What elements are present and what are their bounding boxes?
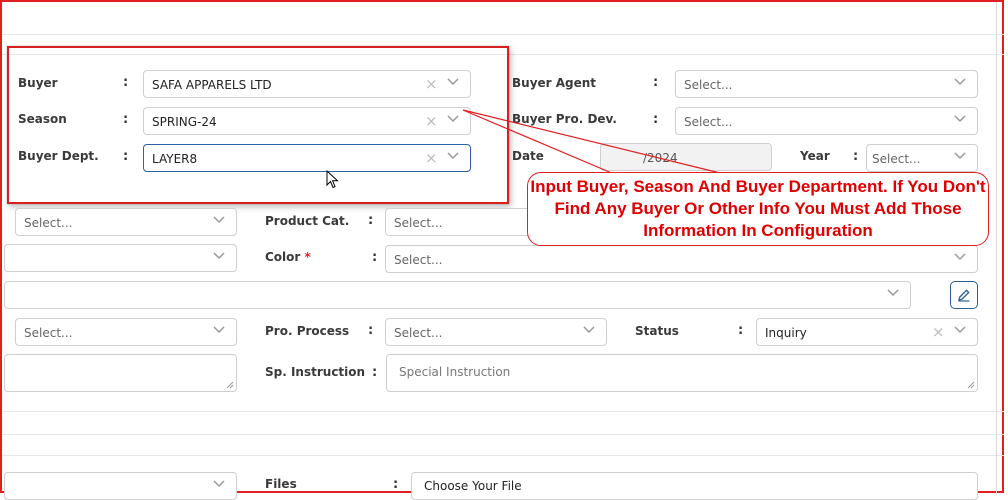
annotation-callout: Input Buyer, Season And Buyer Department…	[527, 172, 989, 246]
callout-pointer	[462, 109, 721, 175]
